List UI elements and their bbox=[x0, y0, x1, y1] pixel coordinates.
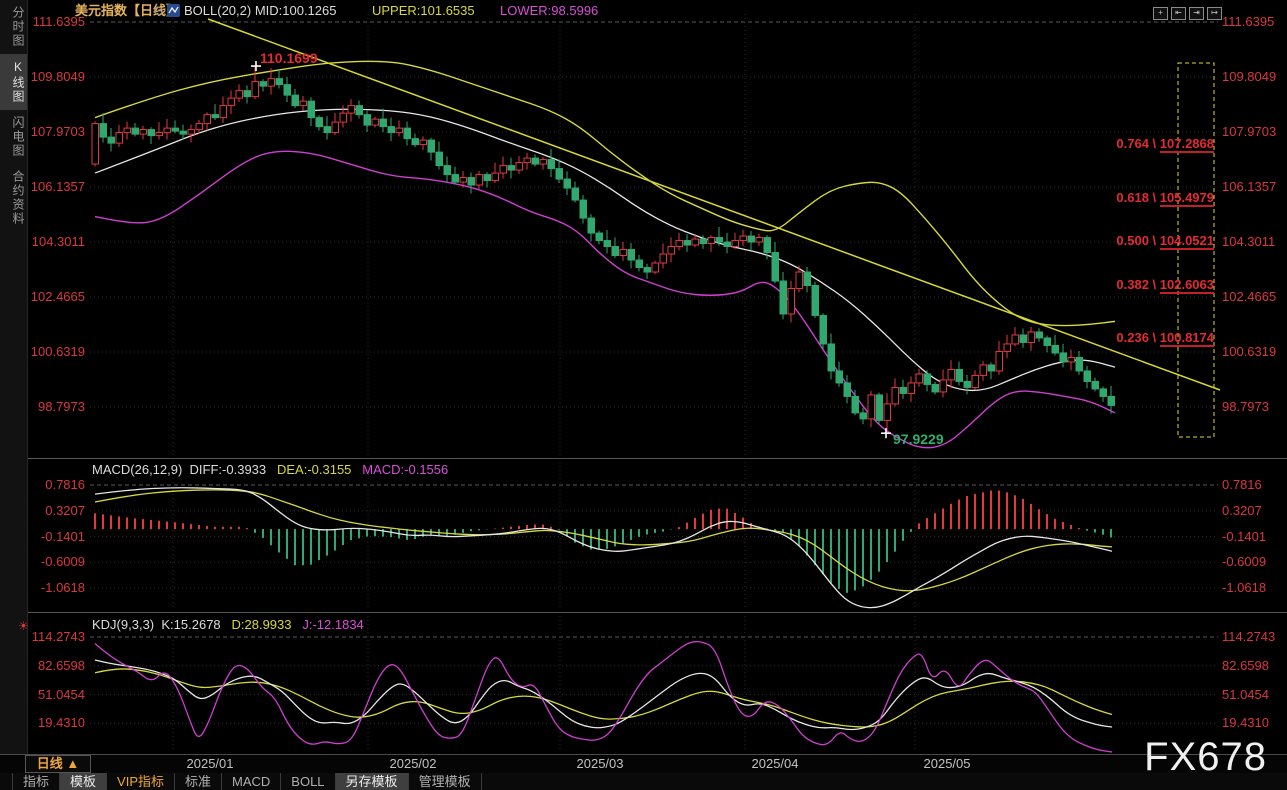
fib-value: 100.8174 bbox=[1160, 330, 1214, 347]
date-label: 2025/03 bbox=[572, 756, 628, 771]
axis-label: 100.6319 bbox=[1222, 345, 1276, 359]
kdj-j-readout: J:-12.1834 bbox=[302, 617, 363, 632]
macd-header: MACD(26,12,9) DIFF:-0.3933 DEA:-0.3155 M… bbox=[92, 462, 448, 477]
fib-level-0.618[interactable]: 0.618 \ 105.4979 bbox=[1116, 191, 1214, 205]
axis-label: 82.6598 bbox=[1222, 659, 1269, 673]
axis-label: -0.1401 bbox=[21, 530, 85, 544]
axis-label: 106.1357 bbox=[1222, 180, 1276, 194]
fib-value: 105.4979 bbox=[1160, 190, 1214, 207]
period-label: 日线 bbox=[37, 756, 63, 771]
axis-label: 102.4665 bbox=[1222, 290, 1276, 304]
date-label: 2025/01 bbox=[182, 756, 238, 771]
fib-level-0.382[interactable]: 0.382 \ 102.6063 bbox=[1116, 278, 1214, 292]
axis-label: -1.0618 bbox=[21, 581, 85, 595]
crosshair-icon[interactable]: + bbox=[1153, 7, 1168, 20]
boll-readout: BOLL(20,2) MID:100.1265 bbox=[184, 3, 336, 19]
macd-macd-readout: MACD:-0.1556 bbox=[362, 462, 448, 477]
fib-ratio: 0.618 \ bbox=[1116, 190, 1159, 205]
fib-level-0.500[interactable]: 0.500 \ 104.0521 bbox=[1116, 234, 1214, 248]
watermark: FX678 bbox=[1144, 735, 1267, 780]
shrink-chart-icon[interactable]: ⇤ bbox=[1171, 7, 1186, 20]
fib-level-0.236[interactable]: 0.236 \ 100.8174 bbox=[1116, 331, 1214, 345]
swing-high-label: 110.1699 bbox=[260, 50, 318, 66]
window-controls: +⇤⇥↦ bbox=[1150, 2, 1222, 20]
axis-label: 107.9703 bbox=[21, 125, 85, 139]
axis-label: 100.6319 bbox=[21, 345, 85, 359]
toolbar-item-boll[interactable]: BOLL bbox=[281, 773, 335, 790]
fib-value: 107.2868 bbox=[1160, 136, 1214, 153]
macd-diff-readout: DIFF:-0.3933 bbox=[190, 462, 267, 477]
sidebar-tab-contract-info[interactable]: 合约资料 bbox=[0, 164, 27, 232]
date-label: 2025/02 bbox=[385, 756, 441, 771]
fib-value: 104.0521 bbox=[1160, 233, 1214, 250]
chart-canvas[interactable] bbox=[0, 0, 1287, 790]
axis-label: 114.2743 bbox=[21, 630, 85, 644]
kdj-k-readout: K:15.2678 bbox=[161, 617, 220, 632]
date-label: 2025/05 bbox=[919, 756, 975, 771]
axis-label: 106.1357 bbox=[21, 180, 85, 194]
fib-ratio: 0.764 \ bbox=[1116, 136, 1159, 151]
expand-chart-icon[interactable]: ⇥ bbox=[1189, 7, 1204, 20]
swing-low-label: 97.9229 bbox=[893, 431, 944, 447]
axis-label: 19.4310 bbox=[1222, 716, 1269, 730]
boll-upper-readout: UPPER:101.6535 bbox=[372, 3, 475, 19]
period-arrow-icon: ▲ bbox=[66, 756, 79, 771]
axis-label: 82.6598 bbox=[21, 659, 85, 673]
toolbar-item-macd[interactable]: MACD bbox=[222, 773, 281, 790]
axis-label: 0.3207 bbox=[1222, 504, 1262, 518]
exit-chart-icon[interactable]: ↦ bbox=[1207, 7, 1222, 20]
fib-ratio: 0.236 \ bbox=[1116, 330, 1159, 345]
candles bbox=[92, 66, 1115, 433]
axis-label: 102.4665 bbox=[21, 290, 85, 304]
axis-label: -0.6009 bbox=[1222, 555, 1266, 569]
toolbar-item-manage-templates[interactable]: 管理模板 bbox=[409, 773, 482, 790]
axis-label: 104.3011 bbox=[21, 235, 85, 249]
kdj-d-readout: D:28.9933 bbox=[232, 617, 292, 632]
toolbar-item-vip-indicators[interactable]: VIP指标 bbox=[107, 773, 175, 790]
fib-ratio: 0.500 \ bbox=[1116, 233, 1159, 248]
kdj-header: KDJ(9,3,3) K:15.2678 D:28.9933 J:-12.183… bbox=[92, 617, 364, 632]
fib-level-0.764[interactable]: 0.764 \ 107.2868 bbox=[1116, 137, 1214, 151]
axis-label: 0.3207 bbox=[21, 504, 85, 518]
toolbar-item-templates[interactable]: 模板 bbox=[60, 773, 107, 790]
period-selector[interactable]: 日线 ▲ bbox=[25, 755, 91, 773]
macd-name: MACD(26,12,9) bbox=[92, 462, 182, 477]
axis-label: 19.4310 bbox=[21, 716, 85, 730]
bottom-toolbar: 指标 模板 VIP指标 标准 MACD BOLL 另存模板 管理模板 bbox=[0, 773, 1287, 790]
axis-label: 51.0454 bbox=[1222, 688, 1269, 702]
axis-label: 107.9703 bbox=[1222, 125, 1276, 139]
boll-lower-readout: LOWER:98.5996 bbox=[500, 3, 598, 19]
boll-chip-icon bbox=[167, 4, 180, 17]
toolbar-item-standard[interactable]: 标准 bbox=[175, 773, 222, 790]
axis-label: 0.7816 bbox=[1222, 478, 1262, 492]
axis-label: 114.2743 bbox=[1222, 630, 1275, 644]
axis-label: -1.0618 bbox=[1222, 581, 1266, 595]
date-label: 2025/04 bbox=[747, 756, 803, 771]
axis-label: -0.6009 bbox=[21, 555, 85, 569]
axis-label: 0.7816 bbox=[21, 478, 85, 492]
axis-label: 104.3011 bbox=[1222, 235, 1275, 249]
axis-label: 111.6395 bbox=[21, 15, 85, 29]
fib-value: 102.6063 bbox=[1160, 277, 1214, 294]
axis-label: 109.8049 bbox=[1222, 70, 1276, 84]
fib-ratio: 0.382 \ bbox=[1116, 277, 1159, 292]
macd-dea-readout: DEA:-0.3155 bbox=[277, 462, 351, 477]
axis-label: 109.8049 bbox=[21, 70, 85, 84]
axis-label: -0.1401 bbox=[1222, 530, 1266, 544]
axis-label: 98.7973 bbox=[21, 400, 85, 414]
chart-app-window: { "header": { "title": "美元指数【日线】", "coll… bbox=[0, 0, 1287, 790]
toolbar-item-indicators[interactable]: 指标 bbox=[12, 773, 60, 790]
axis-label: 111.6395 bbox=[1222, 15, 1274, 29]
axis-label: 98.7973 bbox=[1222, 400, 1269, 414]
toolbar-item-save-template[interactable]: 另存模板 bbox=[336, 773, 409, 790]
axis-label: 51.0454 bbox=[21, 688, 85, 702]
collapse-icon[interactable]: ⊖ bbox=[153, 3, 164, 19]
kdj-name: KDJ(9,3,3) bbox=[92, 617, 154, 632]
